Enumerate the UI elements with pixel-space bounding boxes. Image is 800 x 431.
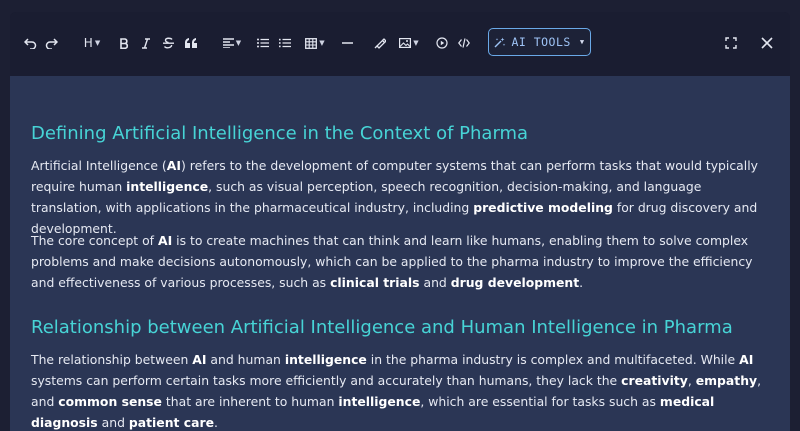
ordered-list-icon: [279, 38, 291, 48]
redo-button[interactable]: [43, 33, 59, 53]
section-heading-defining-ai: Defining Artificial Intelligence in the …: [31, 123, 529, 144]
editor-toolbar: H ▼ ▼ ▼ ▼ AI TOOLS ▼: [10, 12, 790, 74]
bold-term: AI: [192, 352, 207, 367]
chevron-down-icon: ▼: [94, 39, 101, 47]
bold-term: intelligence: [126, 179, 209, 194]
bold-term: clinical trials: [330, 275, 420, 290]
text-run: in the pharma industry is complex and mu…: [366, 352, 740, 367]
image-icon: [399, 38, 412, 48]
bold-term: AI: [166, 158, 181, 173]
italic-icon: [142, 37, 150, 49]
text-run: and: [419, 275, 451, 290]
bold-icon: [119, 37, 128, 49]
redo-icon: [45, 38, 58, 49]
text-run: that are inherent to human: [161, 394, 339, 409]
ordered-list-button[interactable]: [278, 33, 292, 53]
sparkle-wand-icon: [494, 37, 506, 47]
align-left-icon: [222, 38, 234, 48]
blockquote-button[interactable]: [183, 33, 199, 53]
document-body[interactable]: Defining Artificial Intelligence in the …: [10, 76, 790, 431]
highlight-button[interactable]: [373, 33, 387, 53]
image-dropdown[interactable]: ▼: [396, 33, 422, 53]
close-button[interactable]: [759, 33, 775, 53]
bold-term: intelligence: [338, 394, 421, 409]
bold-button[interactable]: [117, 33, 131, 53]
table-icon: [305, 37, 318, 49]
bold-term: AI: [158, 233, 173, 248]
editor-window: H ▼ ▼ ▼ ▼ AI TOOLS ▼ Defining Artificial…: [10, 12, 790, 431]
text-run: .: [579, 275, 584, 290]
text-run: and: [97, 415, 129, 430]
text-run: , which are essential for tasks such as: [420, 394, 660, 409]
horizontal-rule-icon: [341, 42, 353, 44]
bold-term: drug development: [450, 275, 580, 290]
text-run: and human: [206, 352, 285, 367]
quote-icon: [185, 38, 197, 48]
bullet-list-icon: [257, 38, 269, 48]
text-run: Artificial Intelligence (: [31, 158, 167, 173]
code-button[interactable]: [457, 33, 471, 53]
expand-icon: [725, 37, 737, 49]
bold-term: creativity: [621, 373, 688, 388]
chevron-down-icon: ▼: [235, 39, 242, 47]
horizontal-rule-button[interactable]: [340, 33, 354, 53]
close-icon: [761, 37, 773, 49]
bold-term: predictive modeling: [473, 200, 613, 215]
strikethrough-button[interactable]: [160, 33, 176, 53]
ai-tools-button[interactable]: AI TOOLS ▼: [488, 28, 591, 56]
embed-video-button[interactable]: [435, 33, 449, 53]
undo-icon: [23, 38, 36, 49]
bold-term: common sense: [58, 394, 162, 409]
bold-term: patient care: [128, 415, 214, 430]
fullscreen-button[interactable]: [723, 33, 739, 53]
ai-tools-label: AI TOOLS: [511, 35, 571, 49]
bold-term: intelligence: [284, 352, 367, 367]
bold-term: empathy: [695, 373, 758, 388]
heading-label: H: [83, 36, 93, 50]
chevron-down-icon: ▼: [579, 38, 585, 46]
section-heading-relationship: Relationship between Artificial Intellig…: [31, 317, 733, 338]
italic-button[interactable]: [139, 33, 153, 53]
text-run: The relationship between: [31, 352, 193, 367]
text-run: systems can perform certain tasks more e…: [31, 373, 622, 388]
strikethrough-icon: [162, 37, 174, 49]
highlighter-icon: [374, 38, 386, 49]
text-run: ,: [687, 373, 696, 388]
play-circle-icon: [436, 37, 448, 49]
text-run: The core concept of: [31, 233, 158, 248]
code-icon: [458, 38, 470, 48]
table-dropdown[interactable]: ▼: [302, 33, 328, 53]
chevron-down-icon: ▼: [413, 39, 419, 47]
heading-dropdown[interactable]: H ▼: [79, 33, 105, 53]
align-dropdown[interactable]: ▼: [219, 33, 245, 53]
paragraph-core-concept: The core concept of AI is to create mach…: [31, 230, 771, 293]
bold-term: AI: [739, 352, 754, 367]
undo-button[interactable]: [22, 33, 38, 53]
text-run: .: [213, 415, 218, 430]
chevron-down-icon: ▼: [319, 39, 325, 47]
paragraph-relationship: The relationship between AI and human in…: [31, 349, 771, 431]
bullet-list-button[interactable]: [256, 33, 270, 53]
paragraph-ai-definition: Artificial Intelligence (AI) refers to t…: [31, 155, 771, 239]
